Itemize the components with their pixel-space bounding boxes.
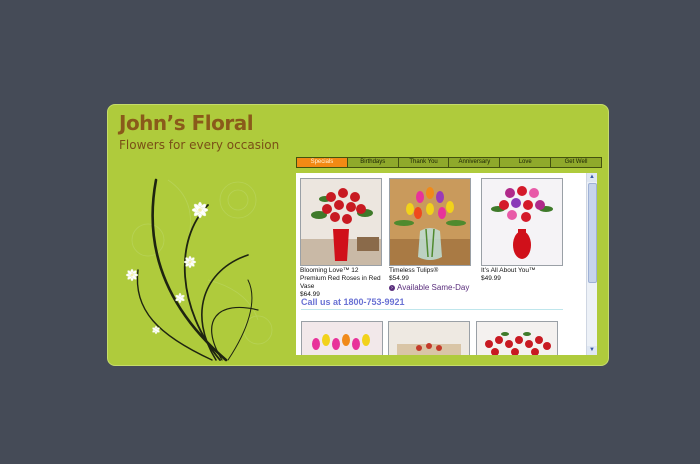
- product-panel: Blooming Love™ 12 Premium Red Roses in R…: [296, 173, 596, 355]
- tab-specials[interactable]: Specials: [297, 158, 347, 167]
- tab-thank-you[interactable]: Thank You: [397, 158, 449, 167]
- arrow-circle-icon: ›: [389, 284, 395, 291]
- chevron-up-icon[interactable]: ▲: [587, 173, 597, 182]
- same-day-label: Available Same-Day: [397, 283, 470, 292]
- tab-get-well[interactable]: Get Well: [550, 158, 601, 167]
- divider: [301, 309, 563, 310]
- product-price: $49.99: [481, 275, 501, 282]
- tab-birthdays[interactable]: Birthdays: [346, 158, 398, 167]
- floral-illustration: [125, 178, 273, 362]
- product-image[interactable]: [476, 321, 558, 355]
- product-image[interactable]: [481, 178, 563, 266]
- chevron-down-icon[interactable]: ▼: [587, 346, 597, 355]
- product-image[interactable]: [389, 178, 471, 266]
- product-name[interactable]: It’s All About You™: [481, 267, 565, 275]
- site-title: John’s Floral: [119, 111, 254, 135]
- product-image[interactable]: [301, 321, 383, 355]
- product-name[interactable]: Timeless Tulips®: [389, 267, 473, 275]
- product-image[interactable]: [388, 321, 470, 355]
- product-image[interactable]: [300, 178, 382, 266]
- scrollbar-thumb[interactable]: [588, 183, 597, 283]
- panel-scrollbar[interactable]: ▲ ▼: [586, 173, 597, 355]
- tab-anniversary[interactable]: Anniversary: [448, 158, 499, 167]
- call-us-link[interactable]: Call us at 1800-753-9921: [301, 297, 405, 307]
- category-tabs: Specials Birthdays Thank You Anniversary…: [296, 157, 602, 168]
- site-card: John’s Floral Flowers for every occasion: [107, 104, 609, 366]
- product-price: $54.99: [389, 275, 409, 282]
- site-tagline: Flowers for every occasion: [119, 138, 280, 152]
- product-name[interactable]: Blooming Love™ 12 Premium Red Roses in R…: [300, 267, 384, 291]
- same-day-badge[interactable]: › Available Same-Day: [389, 283, 469, 292]
- tab-love[interactable]: Love: [499, 158, 550, 167]
